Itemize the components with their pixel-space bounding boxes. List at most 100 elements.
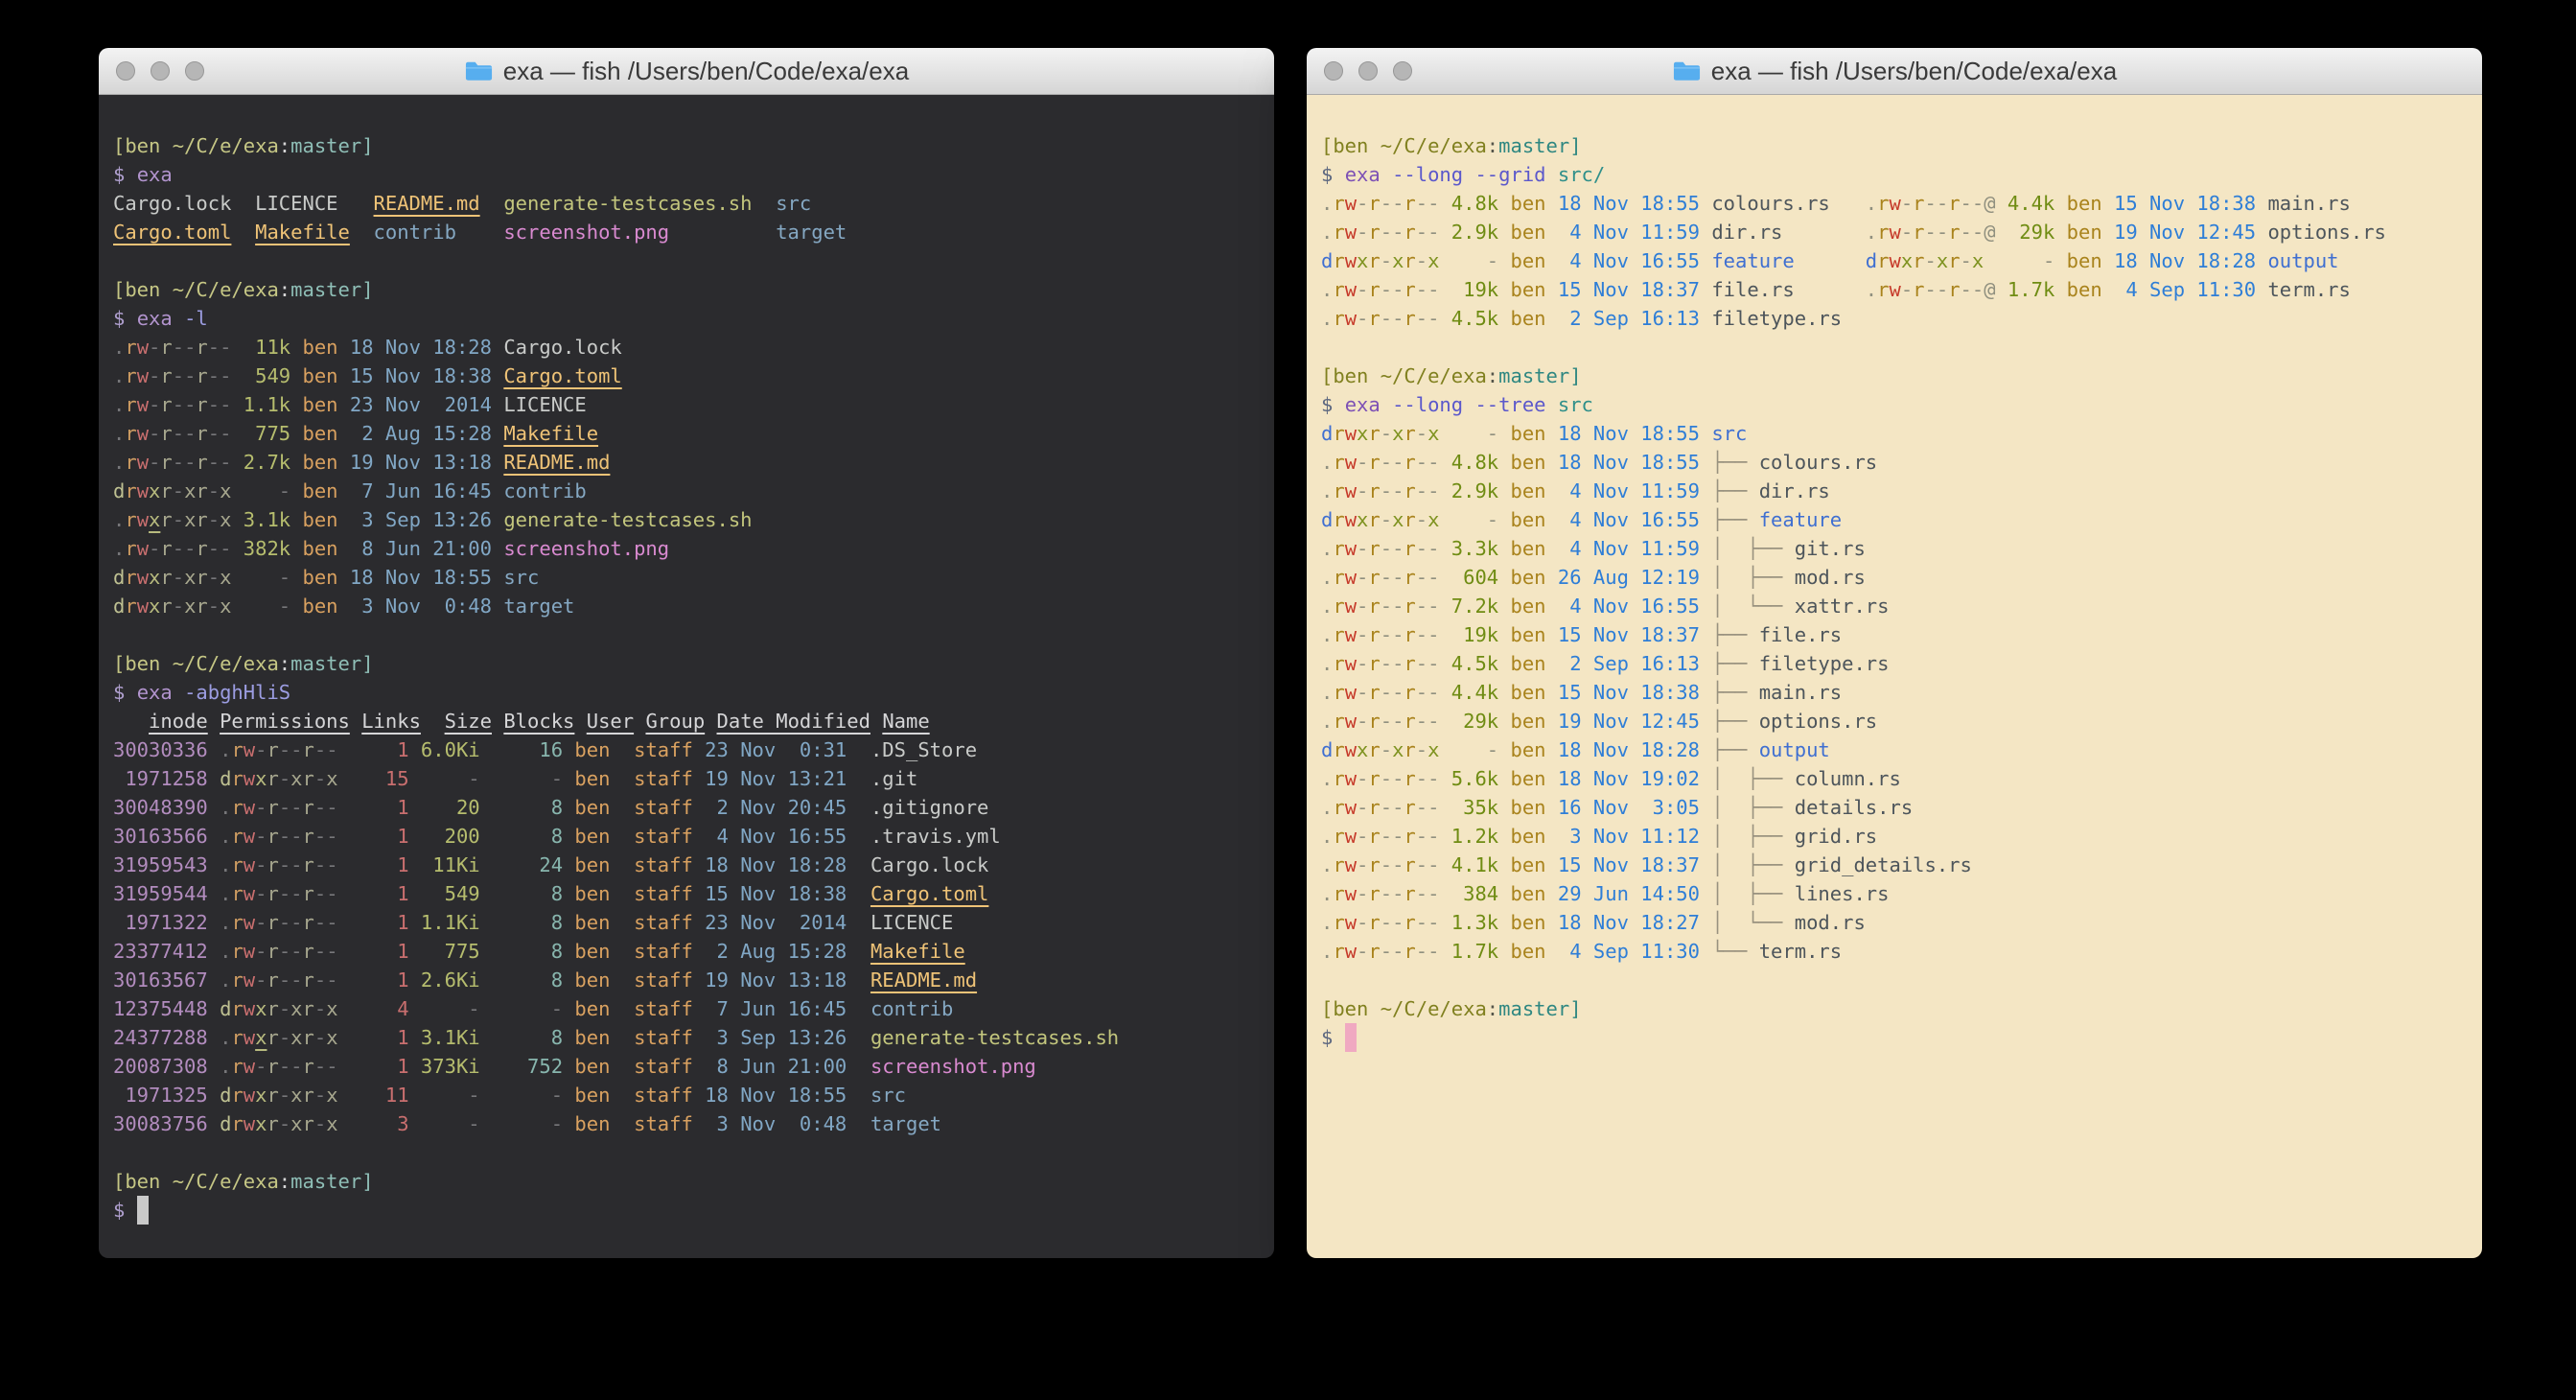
text-segment: ben staff [563, 968, 693, 992]
terminal-line: 1971258 drwxr-xr-x 15 - - ben staff 19 N… [113, 764, 1260, 793]
terminal-line: .rw-r--r-- 19k ben 15 Nov 18:37 file.rs … [1321, 275, 2468, 304]
text-segment: ben staff [563, 767, 693, 790]
permission-char: w [1345, 595, 1357, 618]
close-button[interactable] [1324, 61, 1343, 81]
text-segment: 24377288 [113, 1026, 208, 1049]
terminal-line: 12375448 drwxr-xr-x 4 - - ben staff 7 Ju… [113, 994, 1260, 1023]
text-segment: 373Ki [409, 1055, 480, 1078]
text-segment: ben [1498, 652, 1545, 675]
terminal-content[interactable]: [ben ~/C/e/exa:master]$ exa --long --gri… [1307, 95, 2482, 1258]
permission-char: - [290, 911, 302, 934]
text-segment: : [1487, 134, 1498, 157]
text-segment: ben [290, 364, 337, 387]
permission-char: r [1333, 623, 1344, 646]
permission-char: - [220, 537, 231, 560]
text-segment: ├── [1711, 623, 1758, 646]
permission-char: . [1321, 825, 1333, 848]
permission-char: - [326, 1055, 337, 1078]
text-segment: 1.1Ki [409, 911, 480, 934]
permission-char: . [1321, 537, 1333, 560]
close-button[interactable] [116, 61, 135, 81]
permission-char: - [1357, 566, 1368, 589]
text-segment: $ [113, 1199, 137, 1222]
terminal-line: inode Permissions Links Size Blocks User… [113, 707, 1260, 735]
text-segment: 775 [409, 940, 480, 963]
text-segment: column.rs [1795, 767, 1901, 790]
permission-char: d [1321, 508, 1333, 531]
text-segment: └── [1711, 940, 1758, 963]
terminal-line: $ exa --long --grid src/ [1321, 160, 2468, 189]
permission-char: w [244, 738, 255, 761]
permission-char: . [1321, 595, 1333, 618]
permission-char: - [1427, 767, 1439, 790]
minimize-button[interactable] [1358, 61, 1378, 81]
text-segment: target [776, 221, 847, 244]
permission-char: r [196, 508, 207, 531]
terminal-content[interactable]: [ben ~/C/e/exa:master]$ exaCargo.lock LI… [99, 95, 1274, 1258]
permission-char: - [255, 940, 267, 963]
text-segment [1700, 537, 1711, 560]
permission-char: - [1427, 796, 1439, 819]
permission-char: w [1889, 221, 1900, 244]
text-segment [208, 738, 220, 761]
terminal-line: 31959544 .rw-r--r-- 1 549 8 ben staff 15… [113, 879, 1260, 908]
text-segment: Cargo.toml [870, 882, 988, 905]
titlebar[interactable]: exa — fish /Users/ben/Code/exa/exa [1307, 48, 2482, 95]
text-segment [1381, 163, 1392, 186]
permission-char: - [208, 508, 220, 531]
permission-char: r [1404, 278, 1415, 301]
text-segment [208, 911, 220, 934]
permission-char: r [1404, 853, 1415, 876]
text-segment: 8 [480, 968, 563, 992]
text-segment: 31959544 [113, 882, 208, 905]
permission-char: r [125, 479, 136, 502]
permission-char: - [1416, 853, 1427, 876]
permission-char: - [314, 767, 326, 790]
terminal-line: drwxr-xr-x - ben 18 Nov 18:55 src [1321, 419, 2468, 448]
zoom-button[interactable] [185, 61, 204, 81]
permission-char: r [1333, 853, 1344, 876]
permission-char: - [1392, 451, 1404, 474]
text-segment: 382k [231, 537, 290, 560]
text-segment: 4.4k [1996, 192, 2055, 215]
text-segment [492, 710, 503, 733]
permission-char: - [1392, 796, 1404, 819]
permission-char: . [220, 1026, 231, 1049]
text-segment: 2 Sep 16:13 [1546, 652, 1700, 675]
permission-char: - [1392, 479, 1404, 502]
text-segment: ben staff [563, 825, 693, 848]
minimize-button[interactable] [151, 61, 170, 81]
permission-char: - [1357, 451, 1368, 474]
text-segment: - [409, 1084, 480, 1107]
permission-char: - [279, 796, 290, 819]
permission-char: x [184, 479, 196, 502]
text-segment: ben [1498, 192, 1545, 215]
text-segment: ben [1498, 940, 1545, 963]
permission-char: x [255, 767, 267, 790]
text-segment: ben staff [563, 1026, 693, 1049]
permission-char: - [1381, 595, 1392, 618]
zoom-button[interactable] [1393, 61, 1412, 81]
text-segment: ben [290, 336, 337, 359]
text-segment: grid_details.rs [1795, 853, 1972, 876]
permission-char: - [173, 451, 184, 474]
titlebar[interactable]: exa — fish /Users/ben/Code/exa/exa [99, 48, 1274, 95]
text-segment: README.md [870, 968, 977, 992]
permission-char: - [290, 1055, 302, 1078]
text-segment: ben [1498, 882, 1545, 905]
permission-char: r [1404, 911, 1415, 934]
permission-char: x [326, 1084, 337, 1107]
permission-char: - [1357, 307, 1368, 330]
text-segment: 1.2k [1439, 825, 1498, 848]
terminal-line: [ben ~/C/e/exa:master] [113, 131, 1260, 160]
text-segment: $ [113, 163, 137, 186]
text-segment: │ ├── [1711, 767, 1794, 790]
permission-char: w [1345, 566, 1357, 589]
permission-char: - [1357, 537, 1368, 560]
permission-char: r [267, 968, 278, 992]
permission-char: - [326, 796, 337, 819]
permission-char: x [1392, 508, 1404, 531]
permission-char: . [1321, 623, 1333, 646]
text-segment: 3.3k [1439, 537, 1498, 560]
terminal-line: 30163567 .rw-r--r-- 1 2.6Ki 8 ben staff … [113, 966, 1260, 994]
